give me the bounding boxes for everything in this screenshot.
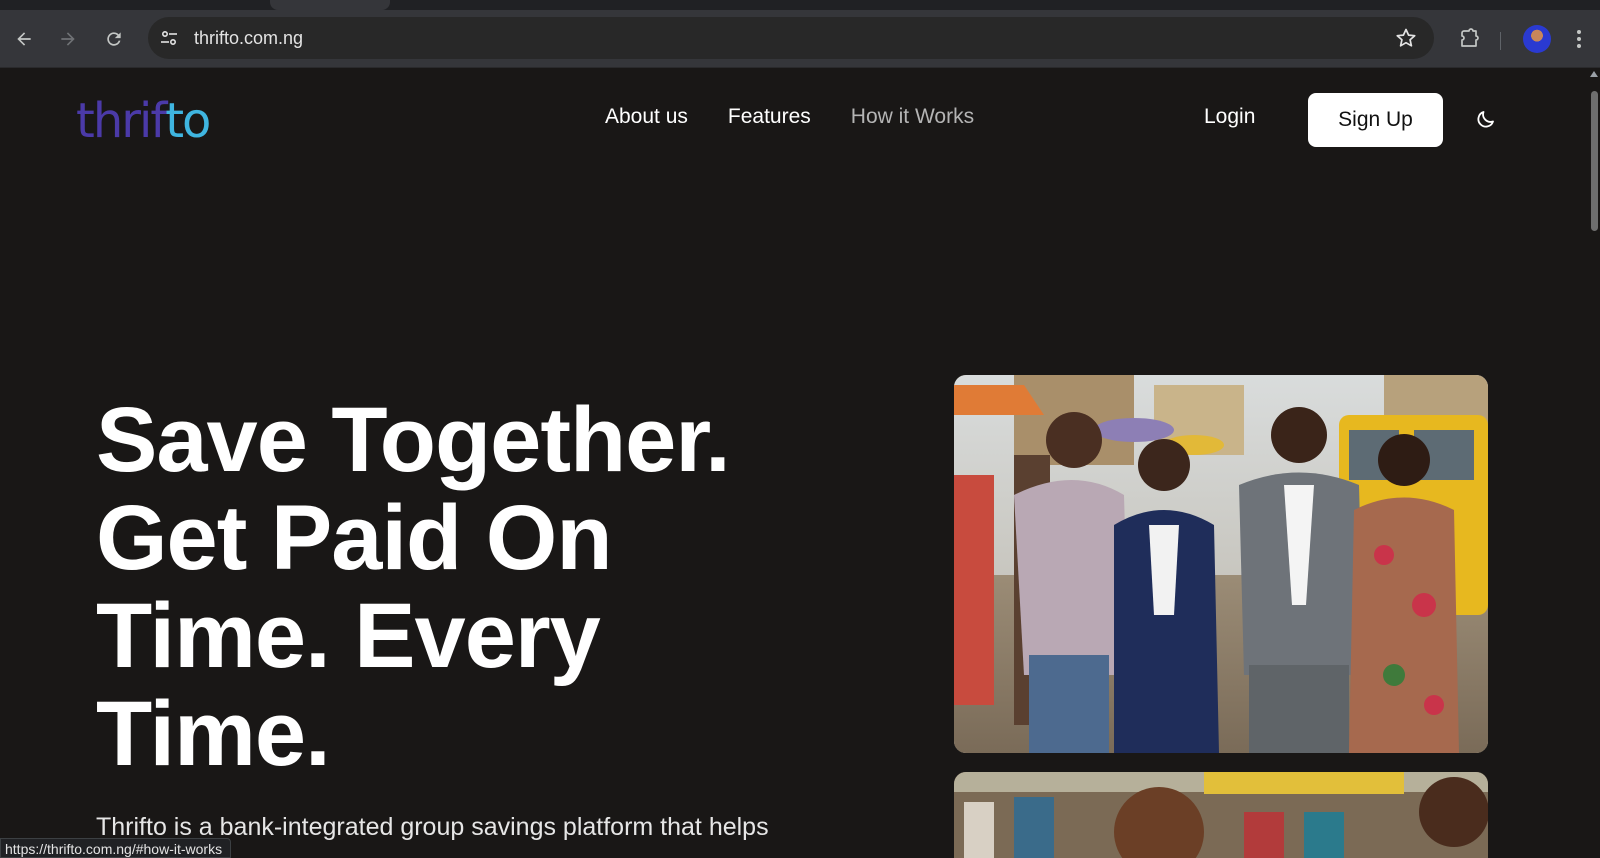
status-bar-url: https://thrifto.com.ng/#how-it-works [0, 838, 232, 858]
page-scrollbar[interactable] [1588, 69, 1600, 858]
hero-title-line: Time. [96, 683, 331, 785]
browser-toolbar: thrifto.com.ng [0, 10, 1600, 68]
nav-about-link[interactable]: About us [605, 105, 688, 129]
arrow-left-icon [17, 32, 31, 46]
nav-how-it-works-link[interactable]: How it Works [851, 105, 974, 129]
extensions-button[interactable] [1455, 25, 1483, 53]
arrow-right-icon [61, 32, 75, 46]
url-text[interactable]: thrifto.com.ng [194, 28, 303, 49]
secondary-photo-market [954, 772, 1488, 858]
reload-icon [107, 32, 121, 46]
hero-title: Save Together. Get Paid On Time. Every T… [96, 391, 896, 783]
hero-title-line: Save Together. [96, 389, 731, 491]
address-bar[interactable]: thrifto.com.ng [148, 17, 1434, 59]
main-nav: About us Features How it Works [605, 105, 1014, 129]
logo-text-primary: thrif [76, 93, 167, 149]
profile-avatar[interactable] [1523, 25, 1551, 53]
hero-photo-market-group [954, 375, 1488, 753]
hero-title-line: Time. Every [96, 585, 601, 687]
toolbar-divider [1500, 32, 1501, 50]
scrollbar-thumb[interactable] [1591, 91, 1598, 231]
market-scene-image [954, 375, 1488, 753]
active-tab[interactable] [270, 0, 390, 10]
nav-features-link[interactable]: Features [728, 105, 811, 129]
forward-button[interactable] [53, 24, 83, 54]
tab-strip [0, 0, 1600, 10]
login-link[interactable]: Login [1204, 105, 1255, 129]
logo-text-accent: to [165, 93, 211, 149]
star-icon [1396, 28, 1416, 47]
back-button[interactable] [9, 24, 39, 54]
bookmark-button[interactable] [1394, 26, 1418, 50]
signup-button[interactable]: Sign Up [1308, 93, 1443, 147]
browser-menu-button[interactable] [1567, 25, 1591, 53]
theme-toggle-button[interactable] [1474, 107, 1498, 131]
page: thrif to About us Features How it Works … [0, 69, 1588, 858]
hero-title-line: Get Paid On [96, 487, 613, 589]
puzzle-icon [1461, 28, 1479, 47]
reload-button[interactable] [99, 24, 129, 54]
kebab-menu-icon [1577, 30, 1581, 48]
scroll-up-arrow-icon[interactable] [1590, 71, 1598, 77]
market-scene-image-2 [954, 772, 1488, 858]
site-info-button[interactable] [158, 27, 180, 49]
site-logo[interactable]: thrif to [76, 93, 211, 149]
moon-icon [1477, 111, 1494, 128]
tune-icon [161, 30, 177, 46]
